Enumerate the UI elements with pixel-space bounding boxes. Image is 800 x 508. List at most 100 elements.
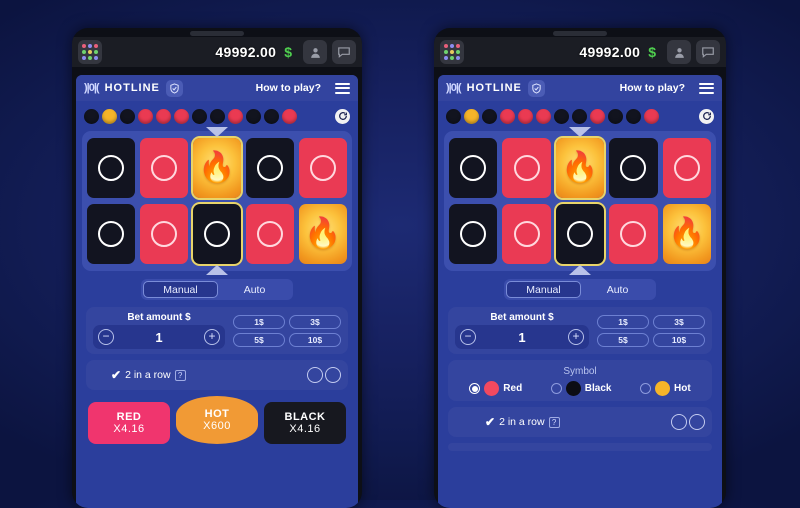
card-black[interactable] xyxy=(87,204,135,264)
mode-tabs: Manual Auto xyxy=(504,279,656,300)
board-row: 🔥 xyxy=(87,138,347,198)
how-to-play-link[interactable]: How to play? xyxy=(256,82,321,94)
quick-bet-10[interactable]: 10$ xyxy=(653,332,705,347)
apps-grid-icon[interactable] xyxy=(440,40,464,64)
chat-icon[interactable] xyxy=(696,40,720,64)
in-a-row-panel: ✔ 2 in a row ? xyxy=(448,407,712,437)
quick-bet-3[interactable]: 3$ xyxy=(289,314,341,329)
card-ring-icon xyxy=(98,221,124,247)
in-a-row-panel: ✔ 2 in a row ? xyxy=(86,360,348,390)
bet-increase-button[interactable]: + xyxy=(567,329,584,345)
controls-area: Manual Auto Bet amount $ − 1 + 1$ 3$ 5$ … xyxy=(438,271,722,451)
radio-black[interactable] xyxy=(550,383,562,394)
hamburger-menu-icon[interactable] xyxy=(699,82,714,94)
selector-arrow-bottom-icon xyxy=(206,265,228,275)
shield-check-icon xyxy=(165,79,183,97)
quick-bet-5[interactable]: 5$ xyxy=(597,332,649,347)
how-to-play-link[interactable]: How to play? xyxy=(620,82,685,94)
bet-button-hot-multiplier: X600 xyxy=(203,420,231,432)
card-black-selected[interactable] xyxy=(193,204,241,264)
chat-icon[interactable] xyxy=(332,40,356,64)
quick-bet-3[interactable]: 3$ xyxy=(653,314,705,329)
in-a-row-checkbox[interactable]: ✔ xyxy=(111,368,121,382)
tab-manual[interactable]: Manual xyxy=(143,281,218,298)
user-icon[interactable] xyxy=(303,40,327,64)
card-black[interactable] xyxy=(87,138,135,198)
apps-grid-icon[interactable] xyxy=(78,40,102,64)
bet-button-hot[interactable]: HOT X600 xyxy=(176,396,258,444)
quick-bet-1[interactable]: 1$ xyxy=(233,314,285,329)
history-dot-red xyxy=(282,108,297,124)
bet-amount-value[interactable]: 1 xyxy=(155,330,162,345)
history-dot-black xyxy=(210,108,225,124)
card-black[interactable] xyxy=(449,204,498,264)
tab-manual[interactable]: Manual xyxy=(506,281,581,298)
symbol-option-hot[interactable]: Hot xyxy=(640,381,691,396)
swatch-hot-icon xyxy=(655,381,671,396)
bet-button-black[interactable]: BLACK X4.16 xyxy=(264,402,346,444)
card-ring-icon xyxy=(257,221,283,247)
symbol-option-black[interactable]: Black xyxy=(550,381,612,396)
game-screen: )|0|( HOTLINE How to play? 🔥 🔥 Manual Aut… xyxy=(76,75,358,508)
symbol-option-red[interactable]: Red xyxy=(469,381,522,396)
card-ring-icon xyxy=(620,221,647,247)
card-red[interactable] xyxy=(140,138,188,198)
card-red[interactable] xyxy=(502,204,551,264)
card-red[interactable] xyxy=(502,138,551,198)
history-dot-black xyxy=(120,108,135,124)
card-hot-selected[interactable]: 🔥 xyxy=(555,138,605,198)
symbol-label-black: Black xyxy=(584,383,612,394)
hamburger-menu-icon[interactable] xyxy=(335,82,350,94)
card-black[interactable] xyxy=(449,138,498,198)
bet-increase-button[interactable]: + xyxy=(203,329,220,345)
card-hot[interactable]: 🔥 xyxy=(299,204,347,264)
flame-icon: 🔥 xyxy=(304,217,342,250)
tab-auto[interactable]: Auto xyxy=(581,281,654,298)
bet-button-red-multiplier: X4.16 xyxy=(113,423,145,435)
card-red[interactable] xyxy=(246,204,294,264)
symbol-title: Symbol xyxy=(563,366,597,377)
card-black[interactable] xyxy=(246,138,294,198)
bet-amount-value[interactable]: 1 xyxy=(518,330,525,345)
card-black-selected[interactable] xyxy=(555,204,605,264)
history-dot-black xyxy=(192,108,207,124)
card-red[interactable] xyxy=(662,138,712,198)
row-circle-2 xyxy=(689,414,705,430)
hotline-logo-icon: )|0|( xyxy=(84,82,100,94)
bet-button-black-label: BLACK xyxy=(284,411,326,423)
phone-notch xyxy=(190,31,244,36)
bet-button-red-label: RED xyxy=(116,411,142,423)
refresh-icon[interactable] xyxy=(699,108,714,124)
card-red[interactable] xyxy=(299,138,347,198)
tab-auto[interactable]: Auto xyxy=(218,281,291,298)
bet-decrease-button[interactable]: − xyxy=(460,329,476,345)
quick-bet-10[interactable]: 10$ xyxy=(289,332,341,347)
controls-area: Manual Auto Bet amount $ − 1 + 1$ 3$ 5$ … xyxy=(76,271,358,444)
help-icon[interactable]: ? xyxy=(174,369,186,381)
radio-red[interactable] xyxy=(469,383,481,394)
card-ring-icon xyxy=(151,221,177,247)
bet-decrease-button[interactable]: − xyxy=(98,329,114,345)
card-red[interactable] xyxy=(609,204,658,264)
symbol-options: Red Black Hot xyxy=(455,381,705,396)
card-ring-icon xyxy=(513,155,540,181)
balance-value: 49992.00 xyxy=(215,44,277,60)
help-icon[interactable]: ? xyxy=(548,416,560,428)
partial-panel-bottom xyxy=(448,443,712,451)
quick-bet-1[interactable]: 1$ xyxy=(597,314,649,329)
flame-icon: 🔥 xyxy=(561,151,599,184)
refresh-icon[interactable] xyxy=(335,108,350,124)
mode-tabs: Manual Auto xyxy=(141,279,293,300)
radio-hot[interactable] xyxy=(640,383,652,394)
game-screen: )|0|( HOTLINE How to play? 🔥 🔥 Manual Aut… xyxy=(438,75,722,508)
quick-bet-5[interactable]: 5$ xyxy=(233,332,285,347)
card-black[interactable] xyxy=(609,138,658,198)
card-red[interactable] xyxy=(140,204,188,264)
user-icon[interactable] xyxy=(667,40,691,64)
card-hot[interactable]: 🔥 xyxy=(662,204,712,264)
bet-button-red[interactable]: RED X4.16 xyxy=(88,402,170,444)
card-hot-selected[interactable]: 🔥 xyxy=(193,138,241,198)
in-a-row-checkbox[interactable]: ✔ xyxy=(485,415,495,429)
card-ring-icon xyxy=(513,221,540,247)
in-a-row-label: 2 in a row xyxy=(499,416,545,428)
